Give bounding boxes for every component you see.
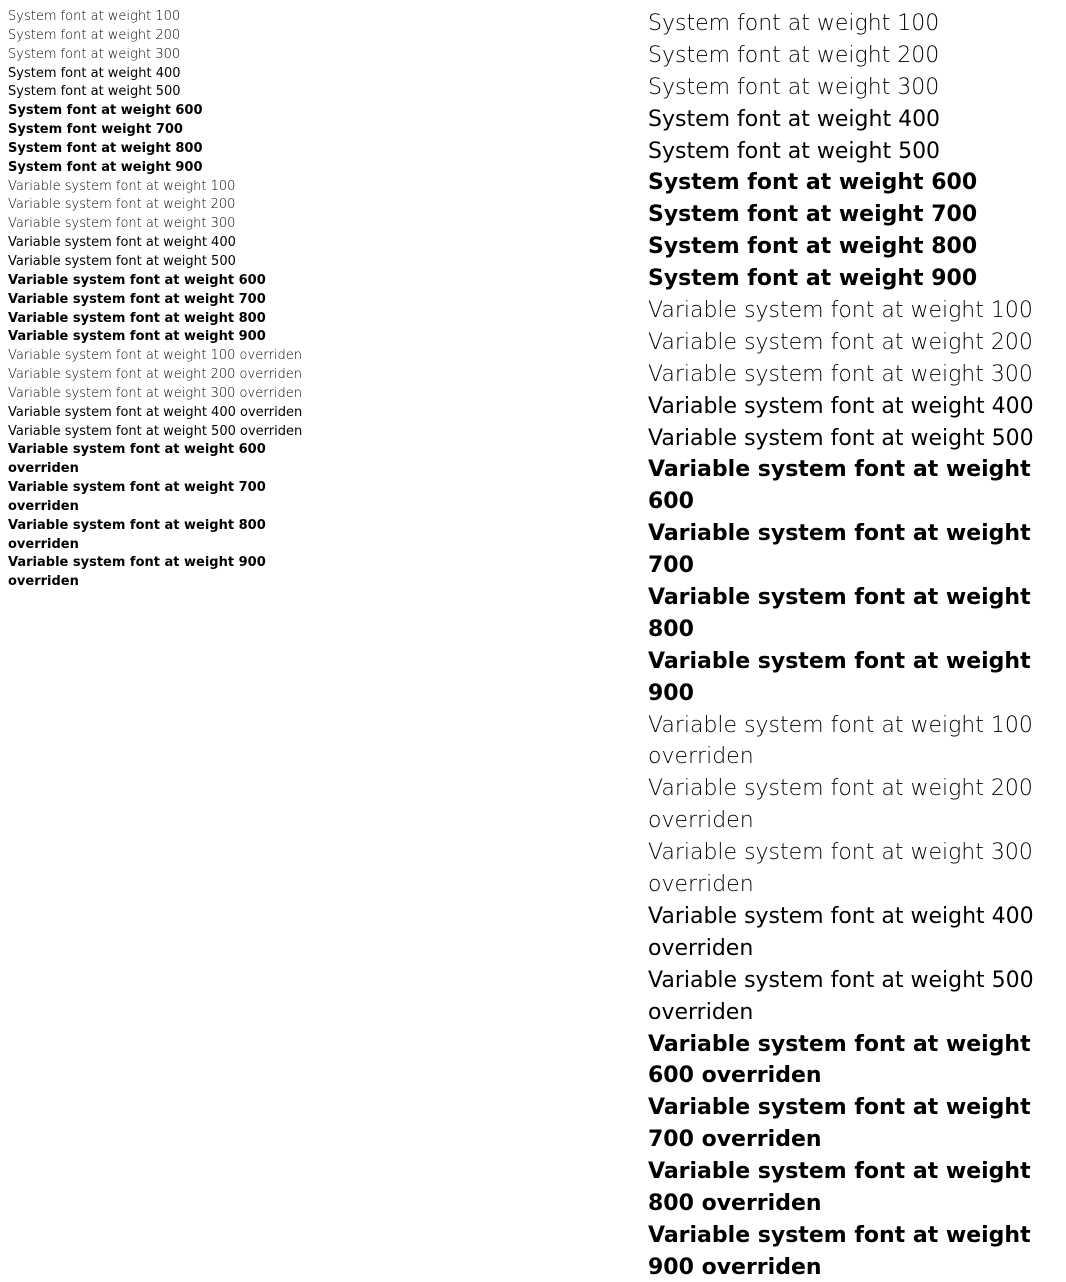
variable-font-item: Variable system font at weight 700 [8,291,328,310]
system-font-item: System font at weight 400 [8,65,328,84]
system-font-item: System font at weight 800 [648,231,1058,263]
system-font-item: System font weight 700 [8,121,328,140]
system-font-item: System font at weight 400 [648,104,1058,136]
variable-font-item: Variable system font at weight 100 [8,178,328,197]
variable-font-item: Variable system font at weight 600 [8,272,328,291]
variable-font-item: Variable system font at weight 300 [8,215,328,234]
variable-overriden-item: Variable system font at weight 100 overr… [648,710,1058,774]
main-container: System font at weight 100System font at … [8,8,1058,1282]
variable-overriden-item: Variable system font at weight 600 overr… [648,1029,1058,1093]
variable-overriden-item: Variable system font at weight 200 overr… [648,773,1058,837]
system-font-item: System font at weight 800 [8,140,328,159]
variable-overriden-item: Variable system font at weight 400 overr… [648,901,1058,965]
system-font-item: System font at weight 700 [648,199,1058,231]
variable-font-item: Variable system font at weight 500 [648,423,1058,455]
variable-font-item: Variable system font at weight 300 [648,359,1058,391]
system-font-item: System font at weight 300 [8,46,328,65]
system-font-item: System font at weight 500 [648,136,1058,168]
variable-overriden-item: Variable system font at weight 800 overr… [8,517,328,555]
variable-font-item: Variable system font at weight 700 [648,518,1058,582]
variable-font-item: Variable system font at weight 200 [8,196,328,215]
variable-overriden-item: Variable system font at weight 100 overr… [8,347,328,366]
system-font-item: System font at weight 100 [8,8,328,27]
variable-font-item: Variable system font at weight 500 [8,253,328,272]
variable-overriden-item: Variable system font at weight 500 overr… [8,423,328,442]
system-font-item: System font at weight 500 [8,83,328,102]
system-font-item: System font at weight 200 [648,40,1058,72]
variable-font-item: Variable system font at weight 100 [648,295,1058,327]
variable-overriden-item: Variable system font at weight 900 overr… [8,554,328,592]
variable-overriden-item: Variable system font at weight 200 overr… [8,366,328,385]
system-font-item: System font at weight 900 [8,159,328,178]
variable-overriden-item: Variable system font at weight 300 overr… [648,837,1058,901]
variable-font-item: Variable system font at weight 800 [648,582,1058,646]
variable-font-item: Variable system font at weight 200 [648,327,1058,359]
left-column: System font at weight 100System font at … [8,8,328,1282]
variable-overriden-item: Variable system font at weight 300 overr… [8,385,328,404]
variable-overriden-item: Variable system font at weight 700 overr… [8,479,328,517]
variable-font-item: Variable system font at weight 900 [648,646,1058,710]
system-font-item: System font at weight 200 [8,27,328,46]
variable-font-item: Variable system font at weight 900 [8,328,328,347]
system-font-item: System font at weight 600 [648,167,1058,199]
system-font-item: System font at weight 900 [648,263,1058,295]
variable-font-item: Variable system font at weight 400 [648,391,1058,423]
variable-font-item: Variable system font at weight 800 [8,310,328,329]
system-font-item: System font at weight 300 [648,72,1058,104]
system-font-item: System font at weight 100 [648,8,1058,40]
variable-overriden-item: Variable system font at weight 700 overr… [648,1092,1058,1156]
system-font-item: System font at weight 600 [8,102,328,121]
variable-overriden-item: Variable system font at weight 600 overr… [8,441,328,479]
variable-overriden-item: Variable system font at weight 400 overr… [8,404,328,423]
variable-overriden-item: Variable system font at weight 900 overr… [648,1220,1058,1282]
right-column: System font at weight 100System font at … [328,8,1058,1282]
variable-overriden-item: Variable system font at weight 500 overr… [648,965,1058,1029]
variable-font-item: Variable system font at weight 400 [8,234,328,253]
variable-overriden-item: Variable system font at weight 800 overr… [648,1156,1058,1220]
variable-font-item: Variable system font at weight 600 [648,454,1058,518]
